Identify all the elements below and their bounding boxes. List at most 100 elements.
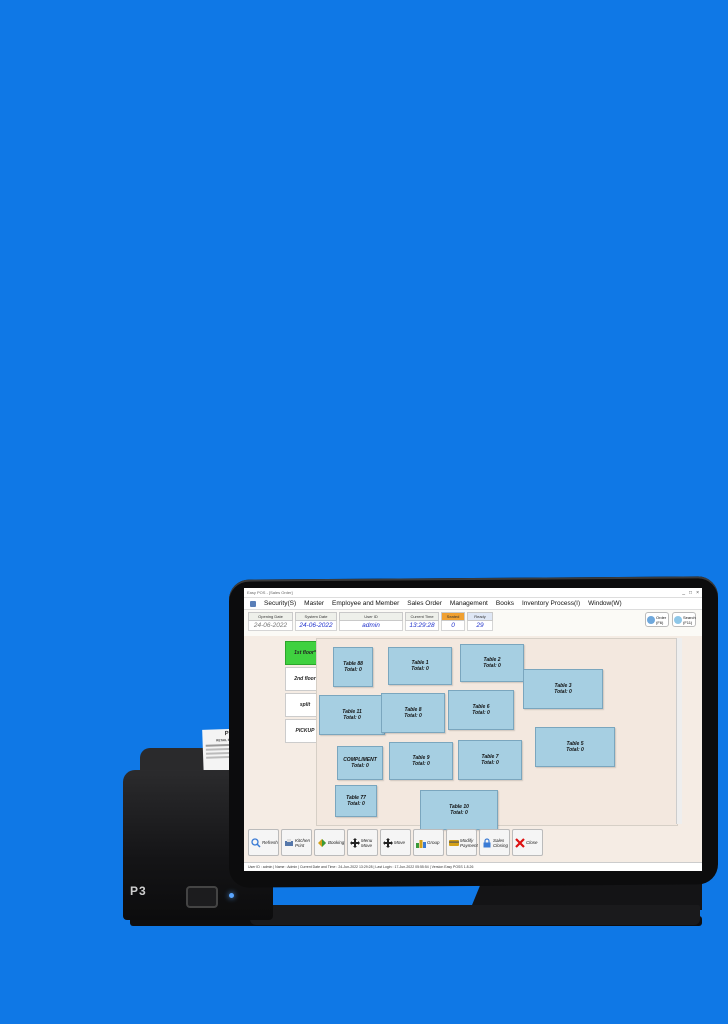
table-total: Total: 0 [351,763,369,769]
table-total: Total: 0 [347,801,365,807]
payment-icon [449,839,459,846]
printer-logo: P3 [130,884,147,898]
printer-icon [285,838,293,846]
menu-window[interactable]: Window(W) [588,600,622,607]
move-button[interactable]: Move [380,829,411,856]
info-ready: Ready 29 [467,612,493,631]
menu-security[interactable]: Security(S) [264,600,296,607]
table-total: Total: 0 [344,667,362,673]
top-buttons: Order (F6) Search (F11) [645,612,696,627]
info-value: 0 [441,621,465,631]
search-label: Search (F11) [683,614,696,625]
table-total: Total: 0 [481,760,499,766]
tool-label: Sales Closing [493,837,509,848]
pos-screen: Easy POS - [Sales Order] _ □ × Security(… [244,588,702,871]
bottom-toolbar: Refresh Kitchen Print Booking Menu Move … [248,829,543,857]
info-value: 29 [467,621,493,631]
table-total: Total: 0 [412,761,430,767]
main-area: 1st floor* 2nd floor split PICKUP Table … [244,633,702,830]
table-layout: Table 88 Total: 0 Table 1 Total: 0 Table… [316,638,678,830]
info-value: 13:29:28 [405,621,439,631]
order-button[interactable]: Order (F6) [645,612,669,627]
group-button[interactable]: Group [413,829,444,856]
menu-master[interactable]: Master [304,600,324,607]
menu-management[interactable]: Management [450,600,488,607]
tool-label: Kitchen Print [295,837,311,848]
info-label: System Date [295,612,337,621]
info-label: Seated [441,612,465,621]
refresh-button[interactable]: Refresh [248,829,279,856]
info-opening-date: Opening Date 24-06-2022 [248,612,293,631]
tool-label: Booking [328,840,345,845]
table-total: Total: 0 [554,689,572,695]
table-7[interactable]: Table 7 Total: 0 [458,740,522,780]
tool-label: Close [526,840,538,845]
info-user-id: User ID admin [339,612,403,631]
menu-bar: Security(S) Master Employee and Member S… [244,598,702,610]
booking-button[interactable]: Booking [314,829,345,856]
menu-move-button[interactable]: Menu Move [347,829,378,856]
order-icon [647,615,655,624]
printer-power-button[interactable] [186,886,218,908]
table-1[interactable]: Table 1 Total: 0 [388,647,452,685]
move-arrows-icon [383,837,393,848]
sales-closing-button[interactable]: Sales Closing [479,829,510,856]
info-label: Ready [467,612,493,621]
table-total: Total: 0 [411,666,429,672]
table-11[interactable]: Table 11 Total: 0 [319,695,385,735]
table-3[interactable]: Table 3 Total: 0 [523,669,603,709]
tool-label: Refresh [262,840,278,845]
refresh-icon [251,837,261,848]
table-total: Total: 0 [483,663,501,669]
info-value: admin [339,621,403,631]
menu-employee-member[interactable]: Employee and Member [332,600,399,607]
close-icon [515,837,525,848]
tool-label: Move [394,840,406,845]
window-title: Easy POS - [Sales Order] [247,590,293,595]
menu-inventory-process[interactable]: Inventory Process(I) [522,600,580,607]
table-total: Total: 0 [404,713,422,719]
window-controls: _ □ × [682,590,699,596]
table-6[interactable]: Table 6 Total: 0 [448,690,514,730]
kitchen-print-button[interactable]: Kitchen Print [281,829,312,856]
close-window-button[interactable]: × [696,590,699,596]
info-current-time: Current Time 13:29:28 [405,612,439,631]
table-total: Total: 0 [450,810,468,816]
move-arrows-icon [350,837,360,848]
table-8[interactable]: Table 8 Total: 0 [381,693,445,733]
table-2[interactable]: Table 2 Total: 0 [460,644,524,682]
menu-books[interactable]: Books [496,600,514,607]
tool-label: Menu Move [361,837,373,848]
search-icon [674,615,682,624]
table-9[interactable]: Table 9 Total: 0 [389,742,453,780]
order-label: Order (F6) [656,614,667,625]
modify-payment-button[interactable]: Modify Payment [446,829,478,856]
menu-sales-order[interactable]: Sales Order [407,600,442,607]
info-system-date: System Date 24-06-2022 [295,612,337,631]
tool-label: Modify Payment [460,837,478,848]
lock-icon [483,837,491,847]
app-icon [250,600,256,607]
vertical-scrollbar[interactable] [676,638,682,824]
search-button[interactable]: Search (F11) [672,612,696,627]
table-total: Total: 0 [472,710,490,716]
minimize-button[interactable]: _ [682,590,685,596]
maximize-button[interactable]: □ [689,590,692,596]
info-value: 24-06-2022 [295,621,337,631]
device-base [250,905,700,925]
info-value: 24-06-2022 [248,621,293,631]
info-seated: Seated 0 [441,612,465,631]
table-77[interactable]: Table 77 Total: 0 [335,785,377,817]
printer-status-led [229,893,234,898]
table-88[interactable]: Table 88 Total: 0 [333,647,373,687]
table-5[interactable]: Table 5 Total: 0 [535,727,615,767]
table-compliment[interactable]: COMPLIMENT Total: 0 [337,746,383,780]
info-label: User ID [339,612,403,621]
table-total: Total: 0 [343,715,361,721]
table-total: Total: 0 [566,747,584,753]
booking-icon [318,838,326,847]
info-label: Opening Date [248,612,293,621]
close-button[interactable]: Close [512,829,543,856]
table-10[interactable]: Table 10 Total: 0 [420,790,498,830]
tool-label: Group [427,840,440,845]
